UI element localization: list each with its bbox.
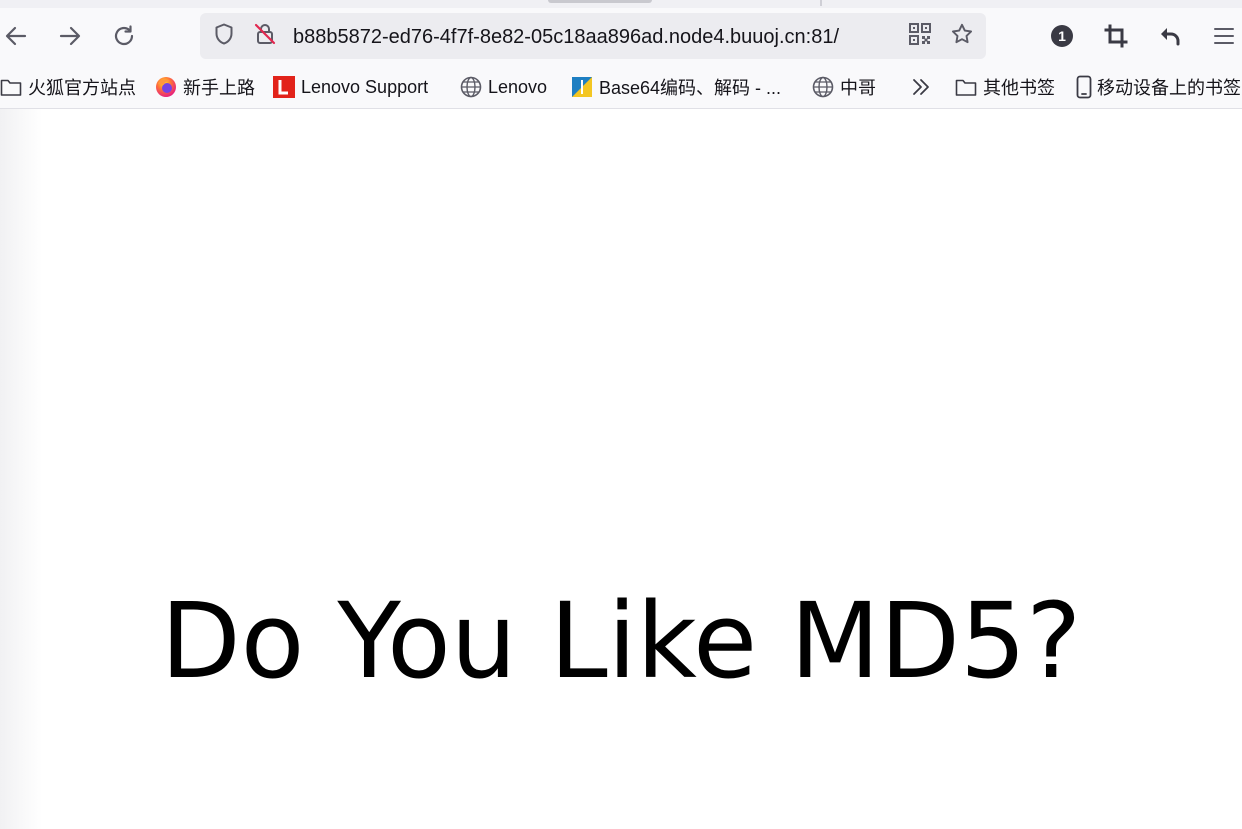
mobile-bookmarks-folder[interactable]: 移动设备上的书签 <box>1075 73 1241 101</box>
extension-badge-icon: 1 <box>1050 24 1074 48</box>
bookmarks-overflow-button[interactable] <box>910 73 938 101</box>
bookmark-star-button[interactable] <box>950 22 974 51</box>
qr-code-icon <box>908 22 932 51</box>
left-edge-shadow <box>0 109 42 829</box>
navigation-toolbar: b88b5872-ed76-4f7f-8e82-05c18aa896ad.nod… <box>0 8 1242 66</box>
bookmarks-toolbar: 火狐官方站点 新手上路 Lenovo Support Lenovo Base64… <box>0 66 1242 109</box>
reload-button[interactable] <box>106 18 142 54</box>
bookmark-lenovo[interactable]: Lenovo <box>460 73 547 101</box>
tab-divider <box>820 0 822 6</box>
bookmark-lenovo-support[interactable]: Lenovo Support <box>273 73 428 101</box>
reload-icon <box>111 23 137 49</box>
bookmark-label: 新手上路 <box>183 78 255 98</box>
crop-icon <box>1104 24 1128 48</box>
globe-icon <box>460 76 482 98</box>
shield-icon <box>212 22 236 51</box>
extension-button[interactable]: 1 <box>1044 18 1080 54</box>
tracking-protection-button[interactable] <box>212 22 236 51</box>
application-menu-button[interactable] <box>1206 18 1242 54</box>
bookmark-base64[interactable]: Base64编码、解码 - ... <box>571 73 781 101</box>
undo-button[interactable] <box>1152 18 1188 54</box>
bookmark-label: 火狐官方站点 <box>28 78 136 98</box>
folder-icon <box>0 76 22 98</box>
bookmark-label: 其他书签 <box>983 78 1055 98</box>
tab-strip <box>0 0 1242 8</box>
page-content: Do You Like MD5? <box>0 109 1242 829</box>
url-text[interactable]: b88b5872-ed76-4f7f-8e82-05c18aa896ad.nod… <box>293 24 899 50</box>
globe-icon <box>812 76 834 98</box>
qr-code-button[interactable] <box>908 22 932 51</box>
firefox-icon <box>155 76 177 98</box>
other-bookmarks-folder[interactable]: 其他书签 <box>955 73 1055 101</box>
star-icon <box>950 22 974 51</box>
extension-badge-count: 1 <box>1058 28 1066 44</box>
folder-icon <box>955 76 977 98</box>
crop-button[interactable] <box>1098 18 1134 54</box>
chevron-double-right-icon <box>910 76 932 98</box>
bookmark-label: 中哥 <box>840 78 876 98</box>
forward-icon <box>57 23 83 49</box>
active-tab-indicator[interactable] <box>548 0 652 3</box>
insecure-lock-icon <box>253 22 277 51</box>
page-headline: Do You Like MD5? <box>160 580 1082 702</box>
menu-icon <box>1213 25 1235 47</box>
back-button[interactable] <box>0 18 34 54</box>
browser-window: b88b5872-ed76-4f7f-8e82-05c18aa896ad.nod… <box>0 0 1242 829</box>
bookmark-zhongge[interactable]: 中哥 <box>812 73 876 101</box>
undo-icon <box>1158 24 1182 48</box>
bookmark-label: Lenovo <box>488 76 548 97</box>
lenovo-icon <box>273 76 295 98</box>
bookmark-firefox-official-sites[interactable]: 火狐官方站点 <box>0 73 136 101</box>
base64-site-icon <box>571 76 593 98</box>
address-bar[interactable]: b88b5872-ed76-4f7f-8e82-05c18aa896ad.nod… <box>200 13 986 59</box>
bookmark-label: 移动设备上的书签 <box>1097 78 1241 98</box>
connection-insecure-button[interactable] <box>253 22 277 51</box>
forward-button[interactable] <box>52 18 88 54</box>
bookmark-label: Base64编码、解码 - ... <box>599 78 782 98</box>
bookmark-getting-started[interactable]: 新手上路 <box>155 73 255 101</box>
bookmark-label: Lenovo Support <box>301 76 429 97</box>
back-icon <box>3 23 29 49</box>
mobile-device-icon <box>1075 75 1093 99</box>
